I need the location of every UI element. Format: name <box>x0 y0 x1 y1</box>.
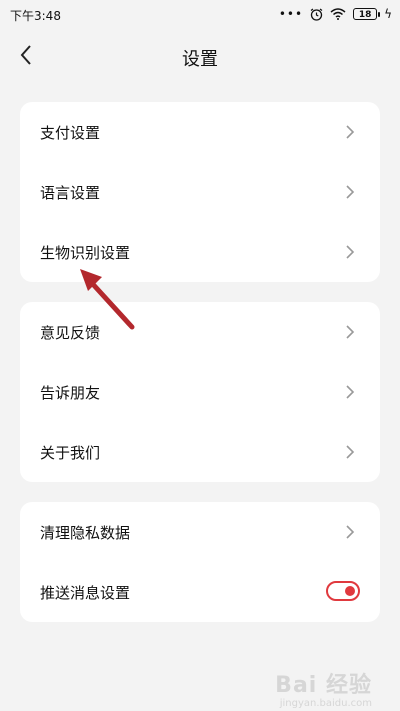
item-label: 清理隐私数据 <box>40 524 131 542</box>
watermark: Bai 经验 jingyan.baidu.com <box>275 667 372 709</box>
battery-icon: 18 <box>353 8 381 20</box>
settings-group-1: 支付设置 语言设置 生物识别设置 <box>20 102 380 282</box>
chevron-right-icon <box>346 185 355 199</box>
settings-group-3: 清理隐私数据 推送消息设置 <box>20 502 380 622</box>
item-label: 意见反馈 <box>40 324 101 342</box>
status-icons: ••• 18 ϟ <box>279 5 392 23</box>
more-notifications-icon: ••• <box>278 7 304 21</box>
settings-group-2: 意见反馈 告诉朋友 关于我们 <box>20 302 380 482</box>
chevron-right-icon <box>346 245 355 259</box>
chevron-right-icon <box>346 445 355 459</box>
watermark-subtext: jingyan.baidu.com <box>279 698 372 709</box>
language-settings-item[interactable]: 语言设置 <box>20 162 380 222</box>
page-title: 设置 <box>182 49 218 70</box>
alarm-icon <box>310 8 323 21</box>
item-label: 语言设置 <box>40 184 101 202</box>
item-label: 告诉朋友 <box>40 384 101 402</box>
item-label: 生物识别设置 <box>40 244 131 262</box>
watermark-text: Bai 经验 <box>275 673 372 698</box>
push-toggle[interactable] <box>326 581 360 601</box>
biometric-settings-item[interactable]: 生物识别设置 <box>20 222 380 282</box>
feedback-item[interactable]: 意见反馈 <box>20 302 380 362</box>
chevron-right-icon <box>346 525 355 539</box>
status-bar: 下午3:48 ••• 18 ϟ <box>0 0 400 28</box>
item-label: 推送消息设置 <box>40 584 131 602</box>
payment-settings-item[interactable]: 支付设置 <box>20 102 380 162</box>
chevron-right-icon <box>346 385 355 399</box>
chevron-right-icon <box>346 125 355 139</box>
status-time: 下午3:48 <box>10 9 61 23</box>
clear-privacy-data-item[interactable]: 清理隐私数据 <box>20 502 380 562</box>
tell-friends-item[interactable]: 告诉朋友 <box>20 362 380 422</box>
toggle-knob <box>345 586 355 596</box>
chevron-right-icon <box>346 325 355 339</box>
about-us-item[interactable]: 关于我们 <box>20 422 380 482</box>
wifi-icon <box>330 8 346 20</box>
header: 设置 <box>0 38 400 74</box>
item-label: 支付设置 <box>40 124 101 142</box>
item-label: 关于我们 <box>40 444 101 462</box>
push-settings-item: 推送消息设置 <box>20 562 380 622</box>
battery-level: 18 <box>358 10 372 20</box>
charging-icon: ϟ <box>384 7 392 21</box>
